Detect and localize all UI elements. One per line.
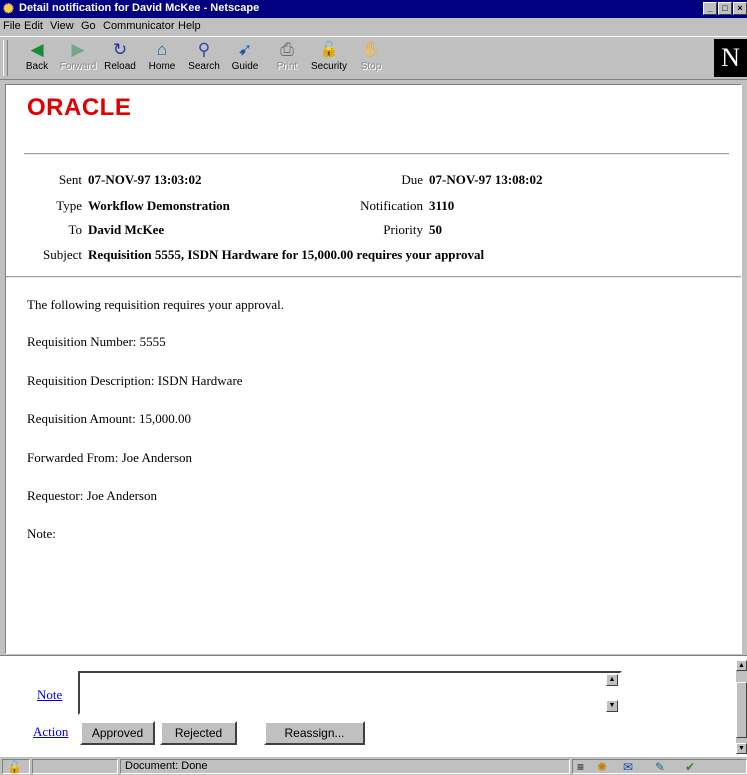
menu-bar: File Edit View Go Communicator Help [0, 18, 747, 35]
back-label: Back [25, 61, 49, 72]
note-scroll-down-icon[interactable]: ▼ [606, 700, 618, 712]
guide-icon: ➹ [237, 40, 253, 59]
notification-value: 3110 [429, 198, 455, 213]
sent-value: 07-NOV-97 13:03:02 [88, 172, 202, 187]
navigator-icon[interactable]: ≡ [577, 761, 584, 774]
type-label: Type [56, 198, 82, 213]
priority-value: 50 [429, 222, 442, 237]
close-button[interactable]: × [733, 2, 747, 15]
home-icon: ⌂ [156, 40, 168, 59]
reassign-button[interactable]: Reassign... [264, 721, 365, 745]
home-button[interactable]: ⌂ Home [141, 39, 183, 77]
notification-label: Notification [360, 198, 423, 213]
reload-icon: ↻ [112, 40, 128, 59]
note-textarea[interactable]: ▲ ▼ [78, 671, 622, 715]
due-value: 07-NOV-97 13:08:02 [429, 172, 543, 187]
note-label: Note: [27, 526, 56, 541]
search-label: Search [188, 61, 220, 72]
netscape-logo[interactable]: N [714, 39, 747, 77]
menu-view[interactable]: View [50, 20, 74, 32]
scroll-up-icon[interactable]: ▲ [736, 660, 747, 671]
status-bar: 🔓 Document: Done ≡ ✺ ✉ ✎ ✔ [0, 757, 747, 775]
scroll-down-icon[interactable]: ▼ [736, 743, 747, 754]
print-icon: ⎙ [280, 40, 294, 59]
back-button[interactable]: ◀ Back [16, 39, 58, 77]
requestor: Requestor: Joe Anderson [27, 488, 157, 503]
toolbar-grip[interactable] [3, 40, 8, 76]
messenger-icon[interactable]: ✺ [597, 761, 607, 774]
maximize-button[interactable]: □ [718, 2, 732, 15]
window-title: Detail notification for David McKee - Ne… [19, 2, 260, 14]
note-scrollbar[interactable]: ▲ ▼ [606, 674, 618, 712]
netscape-app-icon: ✺ [3, 1, 14, 16]
response-frame: Note ▲ ▼ Action Approved Rejected Reassi… [0, 655, 747, 757]
back-arrow-icon: ◀ [30, 40, 44, 59]
guide-button[interactable]: ➹ Guide [224, 39, 266, 77]
minimize-button[interactable]: _ [703, 2, 717, 15]
header-divider-bottom [6, 276, 741, 278]
reload-button[interactable]: ↻ Reload [99, 39, 141, 77]
intro-text: The following requisition requires your … [27, 297, 285, 312]
padlock-icon: 🔓 [7, 760, 22, 774]
subject-label: Subject [43, 247, 82, 262]
type-value: Workflow Demonstration [88, 198, 230, 213]
approved-button[interactable]: Approved [80, 721, 155, 745]
menu-help[interactable]: Help [178, 20, 201, 32]
status-text: Document: Done [120, 759, 570, 774]
stop-icon: ✋ [361, 41, 381, 58]
priority-label: Priority [383, 222, 423, 237]
window-controls: _ □ × [703, 2, 747, 15]
stop-button[interactable]: ✋ Stop [350, 39, 392, 77]
rejected-button[interactable]: Rejected [160, 721, 237, 745]
search-button[interactable]: ⚲ Search [183, 39, 225, 77]
forwarded-from: Forwarded From: Joe Anderson [27, 450, 193, 465]
menu-go[interactable]: Go [81, 20, 96, 32]
notification-content-frame: ORACLE Sent 07-NOV-97 13:03:02 Due 07-NO… [5, 84, 742, 654]
to-label: To [68, 222, 82, 237]
to-value: David McKee [88, 222, 165, 237]
sent-label: Sent [58, 172, 82, 187]
guide-label: Guide [231, 61, 259, 72]
search-icon: ⚲ [197, 40, 211, 59]
menu-communicator[interactable]: Communicator [103, 20, 175, 32]
response-vertical-scrollbar[interactable]: ▲ ▼ [736, 660, 747, 754]
composer-icon[interactable]: ✎ [655, 761, 665, 774]
forward-button[interactable]: ▶ Forward [57, 39, 99, 77]
action-link[interactable]: Action [33, 724, 68, 740]
requisition-description: Requisition Description: ISDN Hardware [27, 373, 243, 388]
requisition-number: Requisition Number: 5555 [27, 334, 166, 349]
print-label: Print [276, 61, 298, 72]
forward-label: Forward [59, 61, 97, 72]
security-label: Security [310, 61, 348, 72]
note-scroll-up-icon[interactable]: ▲ [606, 674, 618, 686]
progress-cell [32, 759, 118, 774]
stop-label: Stop [360, 61, 382, 72]
security-button[interactable]: 🔓 Security [308, 39, 350, 77]
home-label: Home [148, 61, 176, 72]
subject-value: Requisition 5555, ISDN Hardware for 15,0… [88, 247, 485, 262]
menu-edit[interactable]: Edit [24, 20, 43, 32]
forward-arrow-icon: ▶ [71, 40, 85, 59]
component-bar: ≡ ✺ ✉ ✎ ✔ [572, 759, 747, 774]
due-label: Due [401, 172, 423, 187]
conference-icon[interactable]: ✔ [685, 761, 695, 774]
discussion-icon[interactable]: ✉ [623, 761, 633, 774]
note-link[interactable]: Note [37, 687, 62, 703]
navigation-toolbar: ◀ Back ▶ Forward ↻ Reload ⌂ Home ⚲ Searc… [0, 36, 747, 80]
menu-file[interactable]: File [3, 20, 21, 32]
scroll-thumb[interactable] [736, 682, 747, 738]
lock-icon: 🔓 [319, 41, 339, 58]
window-title-bar[interactable]: ✺ Detail notification for David McKee - … [0, 0, 747, 18]
oracle-logo: ORACLE [27, 94, 132, 121]
print-button[interactable]: ⎙ Print [266, 39, 308, 77]
header-divider-top [24, 153, 729, 155]
requisition-amount: Requisition Amount: 15,000.00 [27, 411, 191, 426]
security-status-cell[interactable]: 🔓 [2, 759, 30, 774]
reload-label: Reload [104, 61, 136, 72]
